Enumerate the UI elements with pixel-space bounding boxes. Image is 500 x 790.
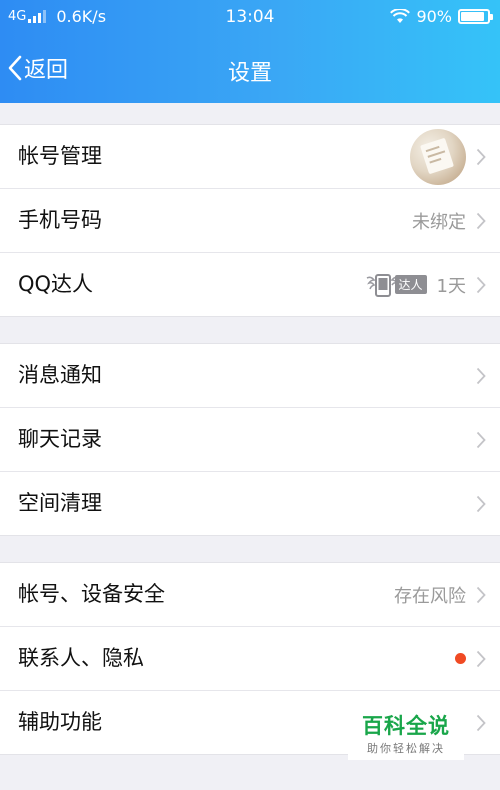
settings-item-label: 帐号、设备安全 (18, 582, 165, 606)
settings-item-label: 空间清理 (18, 491, 102, 515)
settings-item-label: 消息通知 (18, 363, 102, 387)
daren-days: 1天 (436, 275, 466, 297)
settings-item-label: 帐号管理 (18, 144, 102, 168)
phone-status: 未绑定 (412, 211, 466, 233)
settings-item-label: 聊天记录 (18, 427, 102, 451)
daren-tag: 达人 (394, 275, 427, 294)
watermark: 百科全说 助你轻松解决 (348, 704, 464, 760)
wifi-icon (390, 9, 411, 23)
chevron-right-icon (476, 495, 486, 512)
battery-level-fill (461, 12, 485, 21)
settings-item-notifications[interactable]: 消息通知 (0, 344, 500, 408)
chevron-right-icon (476, 212, 486, 229)
settings-item-label: 辅助功能 (18, 710, 102, 734)
avatar (410, 128, 466, 185)
settings-item-chat-history[interactable]: 聊天记录 (0, 408, 500, 472)
settings-item-label: 联系人、隐私 (18, 646, 144, 670)
header-bar: 4G 0.6K/s 13:04 90% 返回 设置 (0, 0, 500, 103)
settings-group-account: 帐号管理 手机号码 未绑定 QQ达人 达人 1天 (0, 124, 500, 317)
chevron-right-icon (476, 714, 486, 731)
settings-item-phone-number[interactable]: 手机号码 未绑定 (0, 189, 500, 253)
chevron-right-icon (476, 148, 486, 165)
chevron-right-icon (476, 431, 486, 448)
watermark-title: 百科全说 (362, 714, 450, 738)
settings-group-messages: 消息通知 聊天记录 空间清理 (0, 343, 500, 536)
status-bar: 4G 0.6K/s 13:04 90% (0, 0, 500, 34)
security-status: 存在风险 (394, 585, 466, 607)
battery-percent: 90% (416, 7, 452, 26)
chevron-right-icon (476, 367, 486, 384)
red-dot-indicator (455, 653, 466, 664)
watermark-subtitle: 助你轻松解决 (367, 742, 445, 755)
daren-badge: 达人 (365, 272, 427, 298)
settings-item-contacts-privacy[interactable]: 联系人、隐私 (0, 627, 500, 691)
settings-item-label: 手机号码 (18, 208, 102, 232)
chevron-right-icon (476, 650, 486, 667)
page-title: 设置 (227, 61, 272, 86)
chevron-right-icon (476, 276, 486, 293)
chevron-right-icon (476, 586, 486, 603)
settings-item-storage-cleanup[interactable]: 空间清理 (0, 472, 500, 535)
settings-item-account-management[interactable]: 帐号管理 (0, 125, 500, 189)
settings-item-label: QQ达人 (18, 272, 94, 296)
settings-item-qq-daren[interactable]: QQ达人 达人 1天 (0, 253, 500, 316)
battery-icon (458, 9, 493, 24)
settings-item-account-security[interactable]: 帐号、设备安全 存在风险 (0, 563, 500, 627)
